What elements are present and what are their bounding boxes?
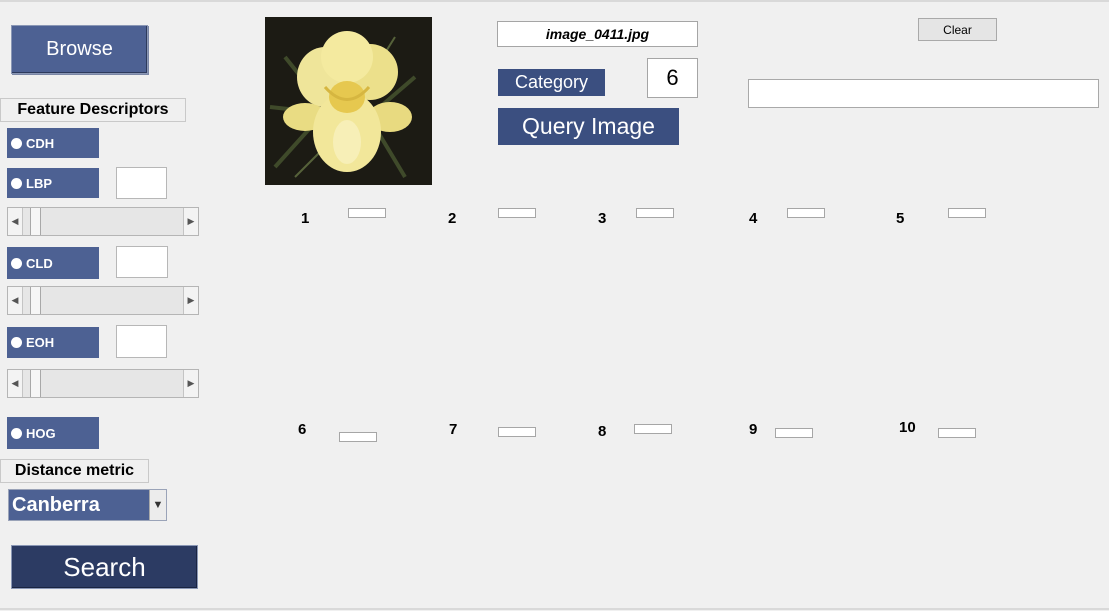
result-label-10: 10 bbox=[899, 419, 916, 436]
result-box-7 bbox=[498, 427, 536, 437]
hog-label: HOG bbox=[26, 425, 56, 441]
lbp-weight-slider[interactable]: ◀ ▶ bbox=[7, 207, 199, 236]
cld-value-input[interactable] bbox=[116, 246, 168, 278]
slider-thumb[interactable] bbox=[30, 208, 41, 235]
cld-radio-button[interactable]: CLD bbox=[7, 247, 99, 279]
eoh-radio-button[interactable]: EOH bbox=[7, 327, 99, 358]
bottom-border bbox=[0, 608, 1109, 610]
result-label-2: 2 bbox=[448, 210, 457, 227]
cld-label: CLD bbox=[26, 255, 53, 271]
slider-right-arrow-icon[interactable]: ▶ bbox=[183, 208, 198, 235]
result-box-9 bbox=[775, 428, 813, 438]
distance-metric-select[interactable]: Canberra ▼ bbox=[8, 489, 167, 521]
lbp-label: LBP bbox=[26, 175, 52, 191]
result-label-8: 8 bbox=[598, 423, 607, 440]
clear-button[interactable]: Clear bbox=[918, 18, 997, 41]
result-box-6 bbox=[339, 432, 377, 442]
result-box-2 bbox=[498, 208, 536, 218]
slider-left-arrow-icon[interactable]: ◀ bbox=[8, 208, 23, 235]
eoh-label: EOH bbox=[26, 335, 55, 350]
category-label: Category bbox=[498, 69, 605, 96]
radio-dot-icon bbox=[11, 137, 22, 149]
radio-dot-icon bbox=[11, 337, 22, 348]
slider-right-arrow-icon[interactable]: ▶ bbox=[183, 370, 198, 397]
category-value: 6 bbox=[647, 58, 698, 98]
radio-dot-icon bbox=[11, 427, 22, 439]
distance-metric-value: Canberra bbox=[12, 493, 100, 516]
lbp-value-input[interactable] bbox=[116, 167, 167, 199]
browse-button[interactable]: Browse bbox=[11, 25, 148, 74]
slider-left-arrow-icon[interactable]: ◀ bbox=[8, 287, 23, 314]
chevron-down-icon[interactable]: ▼ bbox=[149, 490, 166, 520]
result-label-7: 7 bbox=[449, 421, 458, 438]
radio-dot-icon bbox=[11, 257, 22, 269]
distance-metric-heading: Distance metric bbox=[0, 459, 149, 483]
result-box-10 bbox=[938, 428, 976, 438]
result-box-3 bbox=[636, 208, 674, 218]
slider-thumb[interactable] bbox=[30, 287, 41, 314]
cdh-label: CDH bbox=[26, 135, 55, 151]
radio-dot-icon bbox=[11, 177, 22, 189]
slider-right-arrow-icon[interactable]: ▶ bbox=[183, 287, 198, 314]
query-image-button[interactable]: Query Image bbox=[498, 108, 679, 145]
hog-radio-button[interactable]: HOG bbox=[7, 417, 99, 449]
result-label-5: 5 bbox=[896, 210, 905, 227]
eoh-weight-slider[interactable]: ◀ ▶ bbox=[7, 369, 199, 398]
result-text-field[interactable] bbox=[748, 79, 1099, 108]
result-label-6: 6 bbox=[298, 421, 307, 438]
result-box-4 bbox=[787, 208, 825, 218]
search-button[interactable]: Search bbox=[11, 545, 198, 589]
result-label-3: 3 bbox=[598, 210, 607, 227]
filename-display: image_0411.jpg bbox=[497, 21, 698, 47]
result-box-1 bbox=[348, 208, 386, 218]
top-border bbox=[0, 0, 1109, 2]
query-image bbox=[265, 17, 432, 185]
cld-weight-slider[interactable]: ◀ ▶ bbox=[7, 286, 199, 315]
result-box-8 bbox=[634, 424, 672, 434]
lbp-radio-button[interactable]: LBP bbox=[7, 168, 99, 198]
result-label-9: 9 bbox=[749, 421, 758, 438]
cdh-radio-button[interactable]: CDH bbox=[7, 128, 99, 158]
slider-left-arrow-icon[interactable]: ◀ bbox=[8, 370, 23, 397]
result-box-5 bbox=[948, 208, 986, 218]
eoh-value-input[interactable] bbox=[116, 325, 167, 358]
result-label-4: 4 bbox=[749, 210, 758, 227]
slider-thumb[interactable] bbox=[30, 370, 41, 397]
result-label-1: 1 bbox=[301, 210, 310, 227]
feature-descriptors-heading: Feature Descriptors bbox=[0, 98, 186, 122]
iris-flower-image bbox=[265, 17, 432, 185]
